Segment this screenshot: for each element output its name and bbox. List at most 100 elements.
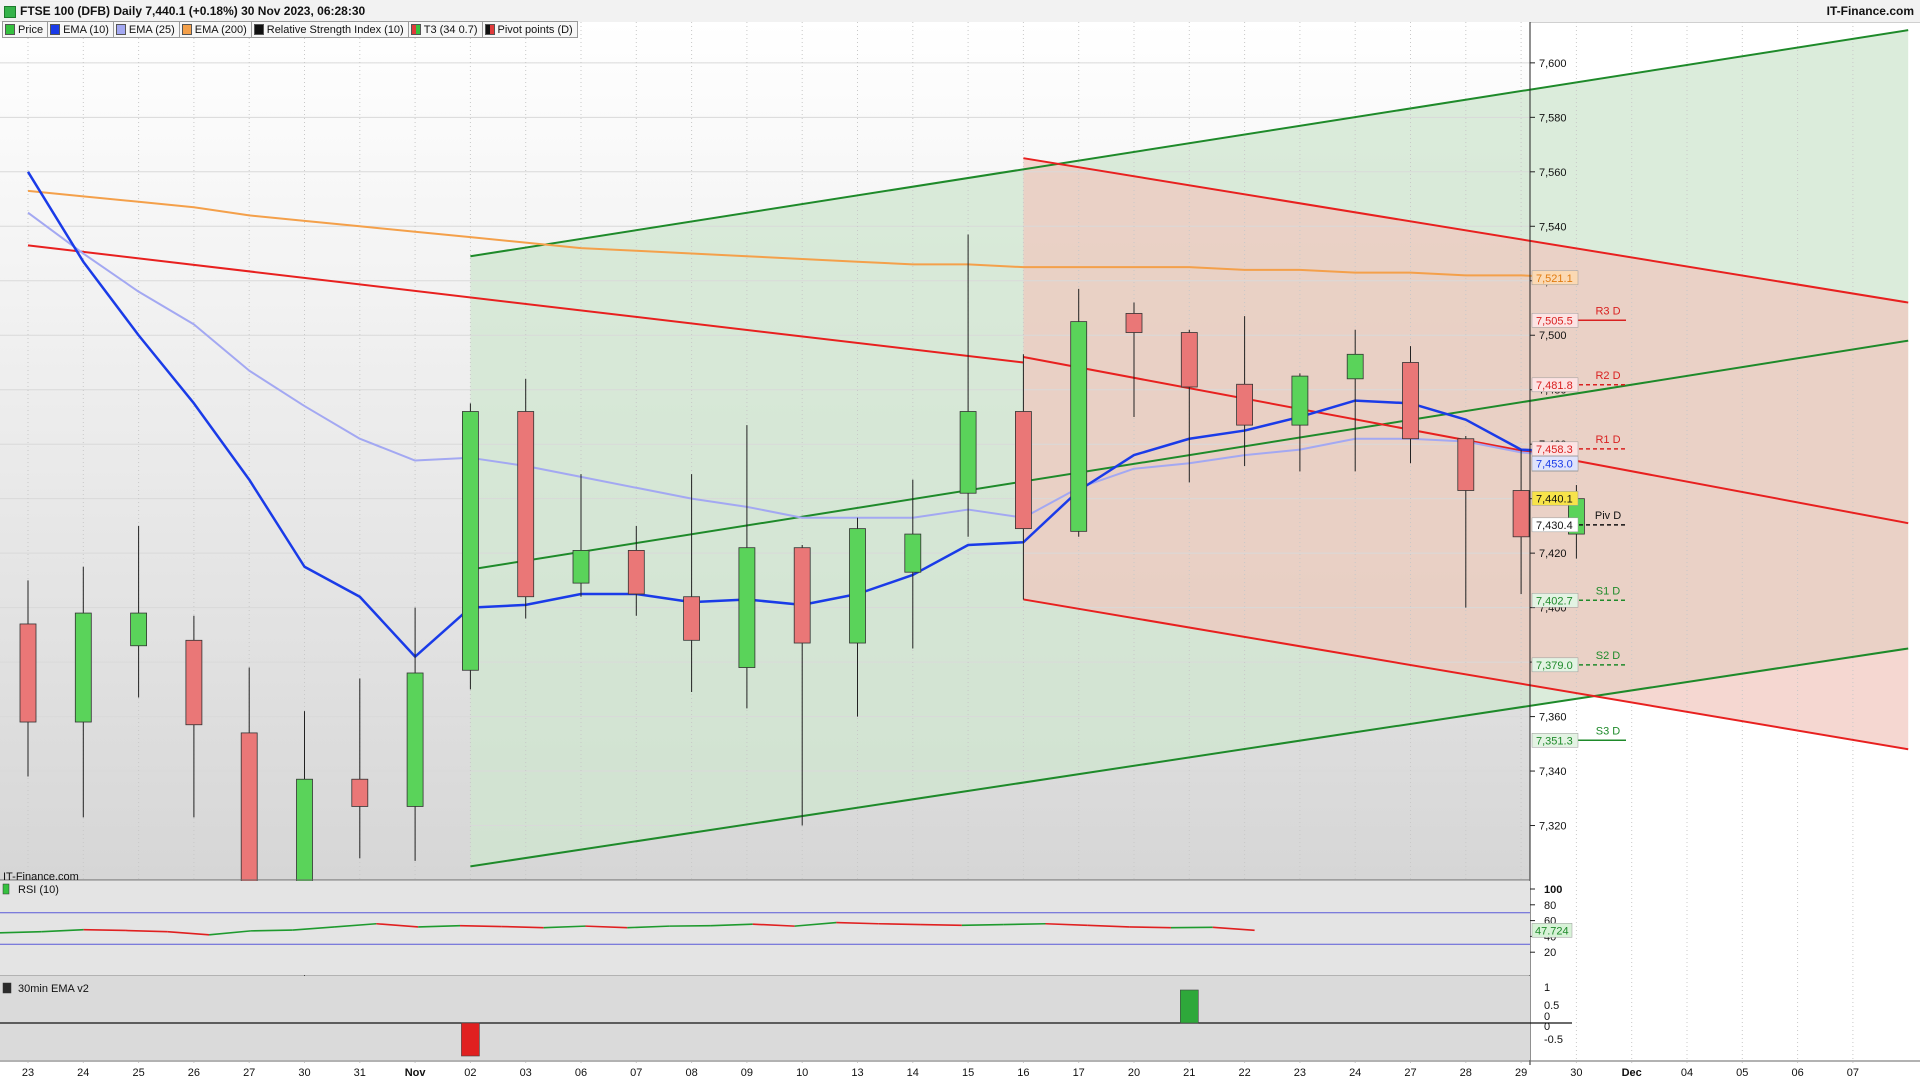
pivot-value-tag: 7,430.4 [1531, 517, 1579, 533]
candle-body [19, 623, 37, 723]
ema10-swatch [50, 24, 61, 35]
candle-body [1402, 362, 1419, 440]
date-label: Dec [1622, 1067, 1642, 1079]
pivot-label: R1 D [1595, 434, 1620, 446]
candle-body [959, 411, 977, 494]
legend-label: EMA (10) [63, 23, 109, 36]
pivot-value-tag: 7,458.3 [1531, 441, 1579, 457]
value-tag-text: 7,379.0 [1536, 660, 1573, 672]
date-label: 29 [1515, 1067, 1527, 1079]
price-swatch [5, 24, 15, 35]
candle[interactable] [461, 403, 479, 690]
date-label: 24 [77, 1067, 89, 1079]
price-chart[interactable]: R3 D R2 D R1 D Piv D S1 D S2 D S3 D 7,320 7,340… [0, 0, 1920, 1080]
rsi-segment [1003, 922, 1046, 926]
value-tag-text: 7,440.1 [1536, 493, 1573, 505]
legend-item-pivot[interactable]: Pivot points (D) [482, 21, 578, 38]
date-label: 15 [962, 1067, 974, 1079]
candle-body [849, 528, 866, 644]
date-label: 26 [188, 1067, 200, 1079]
rsi-panel-bg [0, 881, 1530, 975]
candle-body [1512, 490, 1530, 538]
date-label: 27 [1404, 1067, 1416, 1079]
rsi-segment [1129, 926, 1171, 929]
pivot-label: Piv D [1595, 510, 1621, 522]
ema200-swatch [181, 24, 192, 35]
legend-label: T3 (34 0.7) [423, 23, 478, 36]
y-tick-label: 7,360 [1539, 712, 1567, 724]
date-label: 28 [1460, 1067, 1472, 1079]
candle-body [1346, 353, 1364, 380]
candle-body [517, 411, 535, 598]
value-tag-text: 7,351.3 [1536, 735, 1573, 747]
value-tag-text: 7,521.1 [1536, 273, 1573, 285]
ema30m-tick-label: -0.5 [1544, 1034, 1563, 1046]
rsi-tick-label: 100 [1544, 884, 1562, 896]
legend-label: EMA (200) [194, 23, 247, 36]
pivot-value-tag: 7,351.3 [1531, 733, 1579, 748]
indicator-legend: Price EMA (10) EMA (25) EMA (200) Relati… [2, 21, 578, 38]
pivot-value-tag: 7,379.0 [1531, 657, 1579, 673]
candle[interactable] [517, 378, 535, 619]
candle-body [185, 639, 203, 726]
candle-body [572, 550, 590, 584]
date-label: 05 [1736, 1067, 1748, 1079]
date-label: Nov [405, 1067, 427, 1079]
legend-item-t3[interactable]: T3 (34 0.7) [408, 21, 483, 38]
rsi-segment [460, 924, 502, 928]
candle-body [74, 612, 92, 723]
legend-item-ema10[interactable]: EMA (10) [48, 21, 114, 38]
candle-body [1125, 313, 1143, 333]
candle-body [904, 533, 922, 573]
candle-body [683, 596, 700, 641]
y-tick-label: 7,540 [1539, 221, 1567, 233]
candle-body [1236, 383, 1253, 426]
date-label: 17 [1073, 1067, 1085, 1079]
legend-item-rsi[interactable]: Relative Strength Index (10) [251, 21, 409, 38]
date-label: 09 [741, 1067, 753, 1079]
candle-body [461, 411, 479, 671]
y-tick-label: 7,580 [1539, 112, 1567, 124]
date-label: 06 [1791, 1067, 1803, 1079]
candle-body [1015, 411, 1032, 530]
legend-item-price[interactable]: Price [2, 21, 49, 38]
rsi-value-tag: 47.724 [1535, 925, 1569, 937]
rsi-label-text: RSI (10) [18, 884, 59, 896]
legend-label: Pivot points (D) [497, 23, 573, 36]
date-label: 23 [1294, 1067, 1306, 1079]
value-tag-text: 7,458.3 [1536, 444, 1573, 456]
rsi-segment [961, 923, 1004, 927]
pivot-value-tag: 7,505.5 [1531, 313, 1579, 328]
date-label: 07 [1847, 1067, 1859, 1079]
date-label: 20 [1128, 1067, 1140, 1079]
value-tag-text: 7,505.5 [1536, 315, 1573, 327]
price-value-tag: 7,440.1 [1531, 491, 1579, 506]
legend-item-ema200[interactable]: EMA (200) [179, 21, 252, 38]
pivot-swatch [484, 24, 495, 35]
date-label: 04 [1681, 1067, 1693, 1079]
rsi-tick-label: 20 [1544, 947, 1556, 959]
value-tag-text: 7,453.0 [1536, 458, 1573, 470]
date-label: 16 [1017, 1067, 1029, 1079]
candle-body [1180, 332, 1198, 388]
rsi-swatch [253, 24, 264, 35]
ema30m-tick-label: 1 [1544, 982, 1550, 994]
t3-swatch [410, 24, 421, 35]
date-label: 02 [464, 1067, 476, 1079]
pivot-value-tag: 7,402.7 [1531, 593, 1579, 608]
ema30m-panel-bg [0, 976, 1530, 1060]
ema30m-tick-label: 0 [1544, 1021, 1550, 1033]
y-tick-label: 7,320 [1539, 821, 1567, 833]
date-label: 25 [132, 1067, 144, 1079]
rsi-segment [83, 928, 126, 932]
value-tag-text: 7,481.8 [1536, 380, 1573, 392]
pivot-label: R2 D [1595, 370, 1620, 382]
candle-body [738, 547, 756, 668]
candle[interactable] [1070, 288, 1088, 537]
candle-body [627, 550, 645, 595]
date-label: 10 [796, 1067, 808, 1079]
legend-item-ema25[interactable]: EMA (25) [113, 21, 180, 38]
date-label: 23 [22, 1067, 34, 1079]
rsi-segment [250, 929, 293, 932]
y-tick-label: 7,420 [1539, 548, 1567, 560]
